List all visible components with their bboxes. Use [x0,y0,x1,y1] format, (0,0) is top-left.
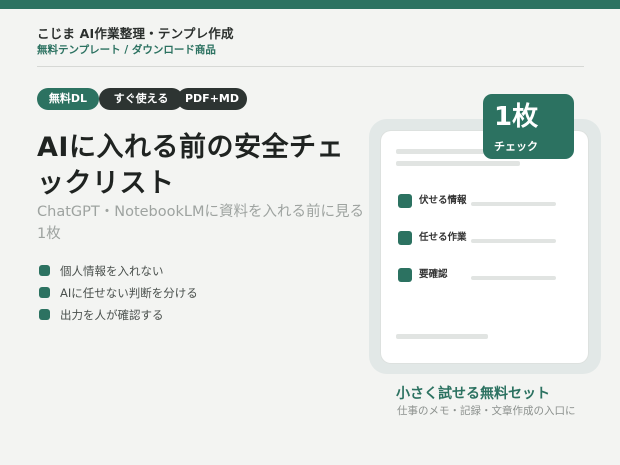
checkbox-icon [398,268,412,282]
placeholder-line [471,239,556,243]
list-item-label: AIに任せない判断を分ける [60,286,198,300]
checklist-label: 任せる作業 [419,232,467,243]
placeholder-line [471,202,556,206]
list-item: 個人情報を入れない [37,260,198,282]
checklist-label: 伏せる情報 [419,195,467,206]
header-divider [37,66,584,67]
brand-subtitle: 無料テンプレート / ダウンロード商品 [37,44,216,56]
footer-note: 仕事のメモ・記録・文章作成の入口に [397,405,576,417]
bullet-square-icon [39,265,50,276]
badge-label: チェック [494,140,538,153]
list-item: 出力を人が確認する [37,304,198,326]
count-badge: 1枚 チェック [483,94,574,159]
list-item: AIに任せない判断を分ける [37,282,198,304]
tag-format: PDF+MD [177,88,247,110]
list-item-label: 個人情報を入れない [60,264,164,278]
checklist-label: 要確認 [419,269,448,280]
brand-title: こじま AI作業整理・テンプレ作成 [37,26,234,41]
tag-free-dl: 無料DL [37,88,99,110]
badge-count: 1枚 [494,102,539,132]
placeholder-line [396,334,488,339]
list-item-label: 出力を人が確認する [60,308,164,322]
placeholder-line [396,161,520,166]
footer-tagline: 小さく試せる無料セット [396,386,550,402]
bullet-square-icon [39,287,50,298]
top-accent-bar [0,0,620,9]
feature-list: 個人情報を入れない AIに任せない判断を分ける 出力を人が確認する [37,260,198,326]
checkbox-icon [398,231,412,245]
page-title: AIに入れる前の安全チェックリスト [37,132,344,199]
bullet-square-icon [39,309,50,320]
tag-ready-to-use: すぐ使える [99,88,183,110]
placeholder-line [471,276,556,280]
page-description: ChatGPT・NotebookLMに資料を入れる前に見る1枚 [37,204,364,242]
checkbox-icon [398,194,412,208]
